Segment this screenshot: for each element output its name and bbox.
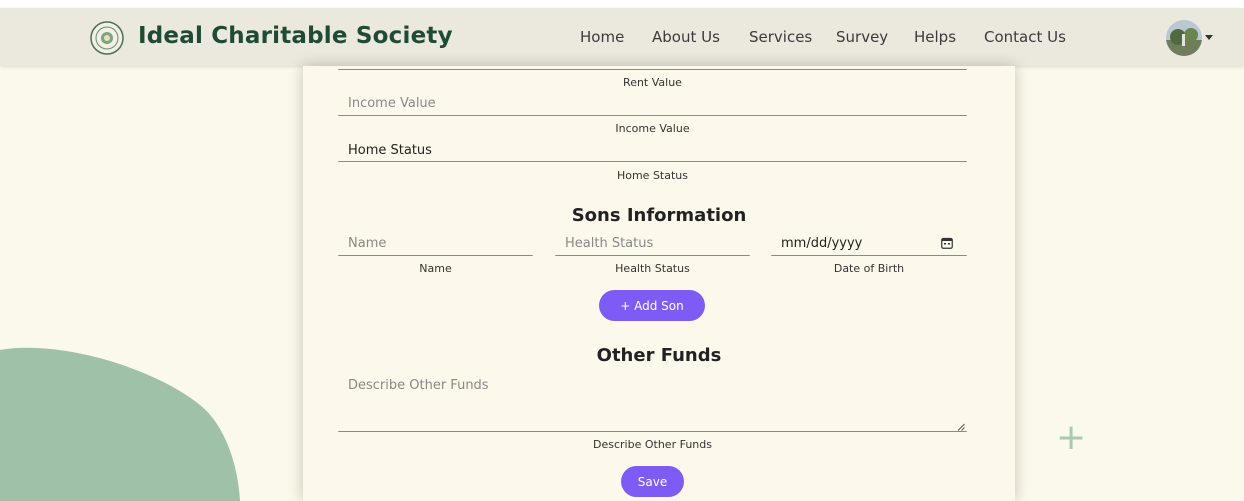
son-dob-input[interactable]: mm/dd/yyyy [781,236,862,251]
background-blob [0,347,240,501]
son-dob-underline[interactable] [771,255,967,256]
son-health-status-input[interactable]: Health Status [565,236,653,251]
home-status-select[interactable]: Home Status [348,143,432,158]
nav-home[interactable]: Home [580,28,624,46]
income-helper-text: Income Value [615,122,690,135]
browser-top-strip [0,0,1244,8]
society-logo-icon[interactable] [90,21,124,55]
navbar: Ideal Charitable Society Home About Us S… [0,8,1244,66]
resize-handle-icon[interactable] [957,423,965,431]
other-funds-underline[interactable] [338,431,967,432]
caret-down-icon[interactable] [1205,35,1213,40]
user-avatar[interactable] [1166,20,1202,56]
home-status-helper-text: Home Status [616,169,689,182]
son-health-status-helper-text: Health Status [615,262,690,275]
son-name-helper-text: Name [419,262,452,275]
sons-information-title: Sons Information [571,205,747,226]
other-funds-title: Other Funds [596,345,722,366]
nav-survey[interactable]: Survey [836,28,888,46]
add-son-button[interactable]: + Add Son [599,290,705,321]
son-dob-helper-text: Date of Birth [833,262,905,275]
nav-about-us[interactable]: About Us [652,28,720,46]
income-input-underline[interactable] [338,115,967,116]
rent-input-underline[interactable] [338,69,967,70]
brand-name[interactable]: Ideal Charitable Society [138,23,453,49]
home-status-underline[interactable] [338,161,967,162]
son-health-status-underline[interactable] [555,255,750,256]
rent-helper-text: Rent Value [623,76,682,89]
nav-contact-us[interactable]: Contact Us [984,28,1066,46]
survey-form-card: Rent Value Income Value Income Value Hom… [303,66,1015,501]
son-name-input[interactable]: Name [348,236,386,251]
other-funds-helper-text: Describe Other Funds [593,438,712,451]
income-input[interactable]: Income Value [348,96,436,111]
plus-decoration-icon: + [1056,417,1087,458]
save-button[interactable]: Save [621,466,684,497]
calendar-icon[interactable] [941,237,953,249]
nav-helps[interactable]: Helps [914,28,956,46]
other-funds-textarea[interactable]: Describe Other Funds [348,378,489,393]
nav-services[interactable]: Services [749,28,812,46]
son-name-underline[interactable] [338,255,533,256]
